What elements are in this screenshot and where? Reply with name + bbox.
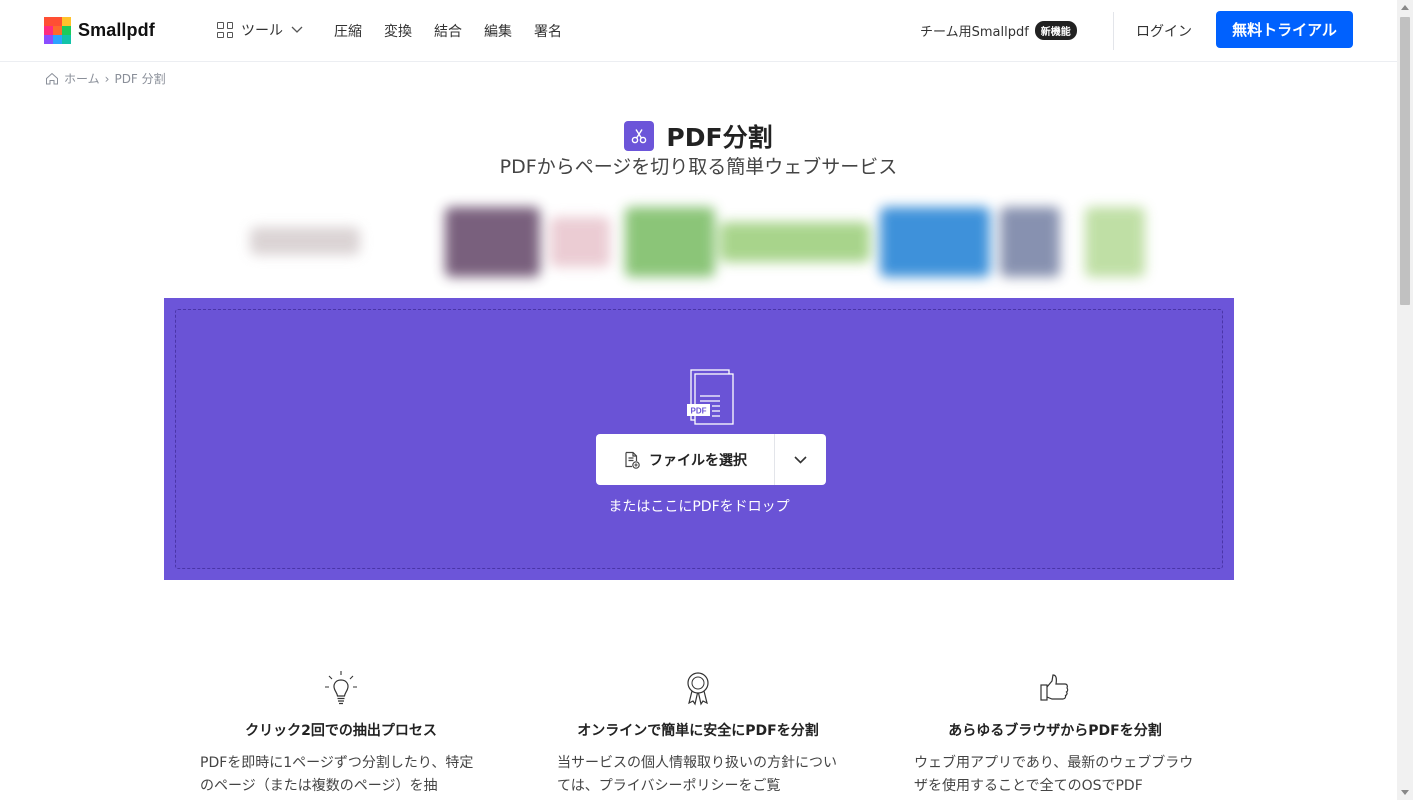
- award-ribbon-icon: [548, 668, 848, 708]
- smallpdf-logo[interactable]: Smallpdf: [44, 17, 155, 44]
- thumbs-up-icon: [905, 668, 1205, 708]
- pdf-files-icon: PDF: [687, 369, 734, 425]
- nav-edit[interactable]: 編集: [484, 21, 512, 41]
- lightbulb-icon: [191, 668, 491, 708]
- tools-menu[interactable]: ツール: [217, 20, 303, 40]
- new-feature-badge: 新機能: [1034, 21, 1077, 40]
- header-divider: [1113, 12, 1114, 50]
- dropzone-dashed-area[interactable]: PDF ファイルを選択 またはここにPDFをドロップ: [175, 309, 1223, 569]
- page-scrollbar[interactable]: [1397, 0, 1413, 800]
- scroll-up-arrow-icon[interactable]: [1401, 5, 1409, 10]
- advertisement-banner[interactable]: [240, 192, 1160, 290]
- grid-icon: [217, 22, 233, 38]
- scroll-down-arrow-icon[interactable]: [1401, 790, 1409, 795]
- feature-secure: オンラインで簡単に安全にPDFを分割 当サービスの個人情報取り扱いの方針について…: [548, 668, 848, 798]
- drop-hint-text: またはここにPDFをドロップ: [608, 499, 790, 515]
- team-link[interactable]: チーム用Smallpdf 新機能: [920, 21, 1077, 40]
- main-nav: 圧縮 変換 結合 編集 署名: [334, 21, 562, 41]
- more-sources-dropdown[interactable]: [775, 434, 826, 485]
- login-link[interactable]: ログイン: [1136, 21, 1192, 41]
- scissors-icon: [624, 121, 655, 151]
- breadcrumb: ホーム › PDF 分割: [45, 70, 166, 87]
- feature-text: PDFを即時に1ページずつ分割したり、特定のページ（または複数のページ）を抽: [200, 755, 474, 794]
- choose-file-label: ファイルを選択: [649, 452, 747, 469]
- feature-title: クリック2回での抽出プロセス: [245, 723, 437, 739]
- top-header: Smallpdf ツール 圧縮 変換 結合 編集 署名 チーム用Smallpdf…: [0, 0, 1397, 62]
- breadcrumb-home[interactable]: ホーム: [64, 70, 100, 87]
- chevron-down-icon: [794, 455, 807, 464]
- choose-file-control: ファイルを選択: [596, 434, 826, 485]
- feature-two-click: クリック2回での抽出プロセス PDFを即時に1ページずつ分割したり、特定のページ…: [191, 668, 491, 798]
- nav-compress[interactable]: 圧縮: [334, 21, 362, 41]
- page-heading: PDF分割: [0, 118, 1397, 154]
- breadcrumb-separator: ›: [104, 71, 110, 86]
- pdf-badge-text: PDF: [691, 407, 707, 416]
- free-trial-button[interactable]: 無料トライアル: [1216, 11, 1353, 48]
- feature-text: 当サービスの個人情報取り扱いの方針については、プライバシーポリシーをご覧: [557, 755, 837, 794]
- feature-browsers: あらゆるブラウザからPDFを分割 ウェブ用アプリであり、最新のウェブブラウザを使…: [905, 668, 1205, 798]
- file-add-icon: [625, 451, 640, 469]
- page-title: PDF分割: [666, 123, 773, 152]
- home-icon: [46, 72, 58, 85]
- feature-text: ウェブ用アプリであり、最新のウェブブラウザを使用することで全てのOSでPDF: [914, 755, 1194, 794]
- page-subtitle: PDFからページを切り取る簡単ウェブサービス: [499, 156, 898, 178]
- logo-icon: [44, 17, 71, 44]
- chevron-down-icon: [291, 26, 303, 33]
- scroll-thumb[interactable]: [1400, 17, 1410, 305]
- nav-merge[interactable]: 結合: [434, 21, 462, 41]
- tools-label: ツール: [241, 23, 283, 39]
- breadcrumb-current: PDF 分割: [114, 72, 166, 86]
- file-dropzone[interactable]: PDF ファイルを選択 またはここにPDFをドロップ: [164, 298, 1234, 580]
- team-label: チーム用Smallpdf: [920, 25, 1029, 40]
- feature-title: あらゆるブラウザからPDFを分割: [948, 723, 1162, 739]
- choose-file-button[interactable]: ファイルを選択: [596, 434, 775, 485]
- logo-text: Smallpdf: [78, 20, 155, 40]
- feature-title: オンラインで簡単に安全にPDFを分割: [577, 723, 819, 739]
- nav-sign[interactable]: 署名: [534, 21, 562, 41]
- nav-convert[interactable]: 変換: [384, 21, 412, 41]
